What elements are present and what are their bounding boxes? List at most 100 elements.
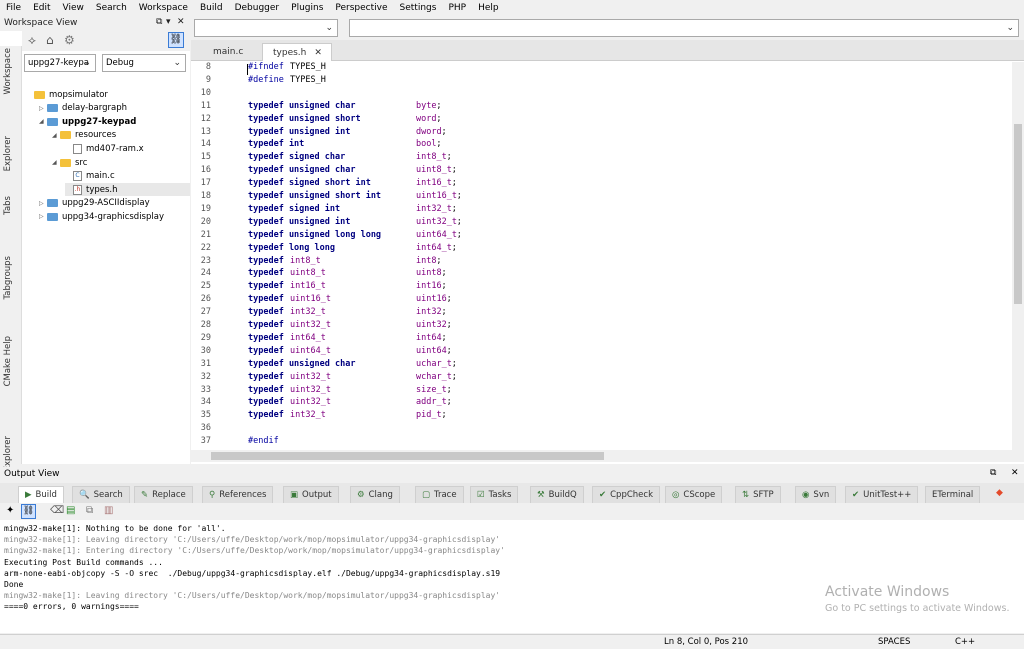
link-icon[interactable]: ⛓ <box>21 504 36 519</box>
more-tabs-icon[interactable]: ◆ <box>996 488 1003 498</box>
goto-icon[interactable]: ⟡ <box>28 33 36 48</box>
language-mode[interactable]: C++ <box>955 637 975 647</box>
menu-item-settings[interactable]: Settings <box>394 3 443 13</box>
vertical-scroll-thumb[interactable] <box>1014 124 1022 304</box>
tree-node[interactable]: Cmain.c <box>65 170 115 183</box>
close-icon[interactable]: ✕ <box>314 48 322 58</box>
editor-tab-main-c[interactable]: main.c <box>203 43 261 61</box>
output-tab-svn[interactable]: ◉ Svn <box>795 486 837 503</box>
horizontal-scrollbar[interactable] <box>191 450 1024 462</box>
output-tab-output[interactable]: ▣ Output <box>283 486 339 503</box>
paste-icon[interactable]: ▥ <box>104 505 113 516</box>
tree-node-label: md407-ram.x <box>86 143 144 154</box>
output-tab-eterminal[interactable]: ETerminal <box>925 486 981 503</box>
code-token: ; <box>436 113 442 124</box>
line-number: 21 <box>200 229 211 240</box>
output-tab-buildq[interactable]: ⚒ BuildQ <box>530 486 584 503</box>
editor-tab-types-h[interactable]: types.h ✕ <box>262 43 332 61</box>
clear-icon[interactable]: ⌫ <box>50 505 64 516</box>
expand-icon[interactable]: ◢ <box>52 132 60 139</box>
config-combo[interactable]: Debug ⌄ <box>102 54 186 72</box>
code-token: bool <box>416 139 437 150</box>
close-output-icon[interactable]: ✕ <box>1011 468 1019 478</box>
log-line: mingw32-make[1]: Leaving directory 'C:/U… <box>4 591 501 601</box>
side-tab-workspace[interactable]: Workspace <box>3 48 13 94</box>
tree-node[interactable]: .h types.h <box>65 183 190 197</box>
tree-node[interactable]: ◢ uppg27-keypad <box>39 115 136 128</box>
tree-node[interactable]: md407-ram.x <box>65 142 144 155</box>
tree-node[interactable]: ▷ delay-bargraph <box>39 102 127 115</box>
tree-node[interactable]: ▷ uppg34-graphicsdisplay <box>39 210 164 223</box>
project-icon <box>47 104 58 113</box>
menu-item-help[interactable]: Help <box>472 3 505 13</box>
code-token: ; <box>456 191 462 201</box>
side-tab-tabgroups[interactable]: Tabgroups <box>3 256 13 300</box>
vertical-scrollbar[interactable] <box>1012 62 1024 450</box>
menu-item-debugger[interactable]: Debugger <box>229 3 286 13</box>
expand-icon[interactable]: ▷ <box>39 213 47 220</box>
expand-icon[interactable]: ▷ <box>39 200 47 207</box>
output-tab-icon: ⇅ <box>742 490 750 500</box>
expand-icon[interactable]: ▷ <box>39 105 47 112</box>
copy-icon[interactable]: ⧉ <box>86 505 93 516</box>
menu-item-view[interactable]: View <box>57 3 90 13</box>
tree-node[interactable]: ◢ src <box>52 156 87 169</box>
output-tab-build[interactable]: ▶ Build <box>18 486 64 503</box>
horizontal-scroll-thumb[interactable] <box>211 452 604 460</box>
output-tab-replace[interactable]: ✎ Replace <box>134 486 193 503</box>
restore-icon[interactable]: ⧉ <box>990 468 996 478</box>
gear-icon[interactable]: ⚙ <box>64 33 75 47</box>
code-token: byte <box>416 100 437 111</box>
code-token: typedef unsigned int <box>248 216 351 227</box>
output-tab-cscope[interactable]: ◎ CScope <box>665 486 723 503</box>
code-token: typedef <box>248 307 284 318</box>
tree-node[interactable]: ◢ resources <box>52 129 116 142</box>
code-token: ; <box>436 139 442 150</box>
code-token: uint32_t <box>290 371 331 382</box>
close-workspace-icon[interactable]: ✕ <box>177 17 185 27</box>
output-tab-cppcheck[interactable]: ✔ CppCheck <box>592 486 660 503</box>
output-tab-unittest[interactable]: ✔ UnitTest++ <box>845 486 919 503</box>
pin-icon[interactable]: ✦ <box>6 505 14 516</box>
export-icon[interactable]: ▤ <box>66 505 75 516</box>
output-tab-label: BuildQ <box>548 490 577 500</box>
indent-mode[interactable]: SPACES <box>878 637 910 647</box>
project-combo[interactable]: uppg27-keypa ⌄ <box>24 54 96 72</box>
menu-item-php[interactable]: PHP <box>442 3 472 13</box>
toolbar-combo-right[interactable]: ⌄ <box>349 19 1019 37</box>
output-tab-sftp[interactable]: ⇅ SFTP <box>735 486 781 503</box>
close-icon[interactable]: ▾ <box>166 17 171 27</box>
menu-item-build[interactable]: Build <box>194 3 229 13</box>
output-tab-label: SFTP <box>753 490 774 500</box>
output-log[interactable]: Activate Windows Go to PC settings to ac… <box>0 520 1024 633</box>
menu-item-file[interactable]: File <box>0 3 27 13</box>
link-editor-icon[interactable]: ⛓ <box>168 32 184 48</box>
output-tab-references[interactable]: ⚲ References <box>202 486 274 503</box>
tree-node-label: resources <box>75 130 117 141</box>
tree-node[interactable]: mopsimulator <box>26 88 108 101</box>
side-tab-tabs[interactable]: Tabs <box>3 196 13 215</box>
restore-icon[interactable]: ⧉ <box>156 17 162 27</box>
log-line: mingw32-make[1]: Leaving directory 'C:/U… <box>4 535 501 545</box>
expand-icon[interactable]: ◢ <box>39 118 47 125</box>
menu-item-search[interactable]: Search <box>90 3 133 13</box>
menu-item-perspective[interactable]: Perspective <box>329 3 393 13</box>
output-tab-tasks[interactable]: ☑ Tasks <box>470 486 519 503</box>
output-tab-trace[interactable]: ▢ Trace <box>415 486 464 503</box>
code-token: ; <box>451 242 457 253</box>
side-tab-cmake-help[interactable]: CMake Help <box>3 336 13 386</box>
expand-icon[interactable]: ◢ <box>52 159 60 166</box>
code-token: ; <box>441 410 447 421</box>
side-tab-explorer[interactable]: Explorer <box>3 136 13 171</box>
toolbar-combo-left[interactable]: ⌄ <box>194 19 338 37</box>
tree-node[interactable]: ▷ uppg29-ASCIIdisplay <box>39 197 150 210</box>
menu-item-plugins[interactable]: Plugins <box>285 3 329 13</box>
output-tab-icon: ▶ <box>25 490 32 500</box>
home-icon[interactable]: ⌂ <box>46 33 54 47</box>
output-tab-clang[interactable]: ⚙ Clang <box>350 486 400 503</box>
line-number: 18 <box>200 191 211 201</box>
menu-item-edit[interactable]: Edit <box>27 3 56 13</box>
output-tab-search[interactable]: 🔍 Search <box>72 486 130 503</box>
output-tab-label: References <box>219 490 267 500</box>
menu-item-workspace[interactable]: Workspace <box>133 3 194 13</box>
